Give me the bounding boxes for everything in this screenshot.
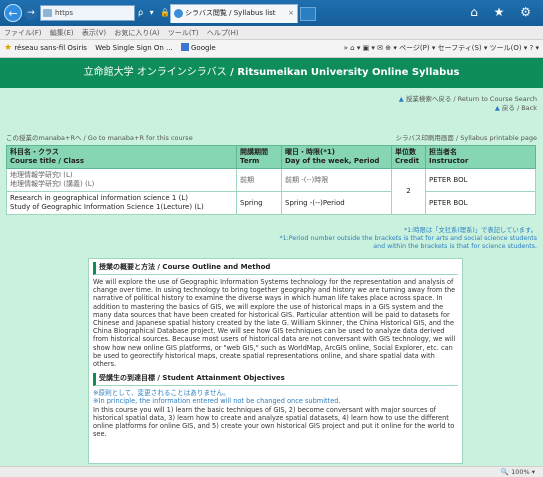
menu-favorites[interactable]: お気に入り(A) — [114, 29, 159, 37]
credit-cell: 2 — [391, 168, 426, 215]
course-cell: Research in geographical information sci… — [6, 191, 237, 215]
period-footnote: *1:時限は「文社系(理系)」で表記しています。 *1:Period numbe… — [267, 227, 537, 251]
triangle-icon: ▲ — [494, 104, 502, 112]
col-course-en: Course title / Class — [10, 157, 84, 165]
col-course-jp: 科目名・クラス — [10, 148, 59, 156]
forward-arrow-icon[interactable]: → — [24, 6, 38, 20]
magnifier-icon: 🔍 — [500, 468, 512, 476]
col-day: 曜日・時限(*1) Day of the week, Period — [281, 145, 392, 169]
day-cell: 前期 -(‐‐)時限 — [281, 168, 392, 192]
col-term: 開講期間 Term — [236, 145, 282, 169]
header-title-jp: 立命館大学 オンラインシラバス — [83, 67, 227, 78]
page-favicon-icon — [43, 9, 52, 17]
status-bar: 🔍 100% ▾ — [0, 466, 543, 477]
menu-file[interactable]: ファイル(F) — [4, 29, 42, 37]
zoom-level[interactable]: 🔍 100% ▾ — [501, 467, 535, 477]
favorite-sso[interactable]: Web Single Sign On ... — [95, 44, 173, 52]
tab-title: シラバス閲覧 / Syllabus list — [185, 9, 276, 17]
term-cell: 前期 — [236, 168, 282, 192]
page-header: 立命館大学 オンラインシラバス / Ritsumeikan University… — [0, 58, 543, 88]
return-search-link[interactable]: 授業検索へ戻る / Return to Course Search — [406, 95, 537, 103]
table-row: Research in geographical information sci… — [6, 191, 536, 215]
back-arrow-icon[interactable]: ← — [4, 4, 22, 22]
google-icon — [181, 43, 189, 51]
menu-bar: ファイル(F) 編集(E) 表示(V) お気に入り(A) ツール(T) ヘルプ(… — [0, 26, 543, 40]
objectives-note-en: ※In principle, the information entered w… — [93, 397, 341, 406]
course-cell: 地理情報学研究Ⅰ (L) 地理情報学研究Ⅰ (講義) (L) — [6, 168, 237, 192]
back-link[interactable]: 戻る / Back — [502, 104, 537, 112]
objectives-note-jp: ※原則として、変更されることはありません。 — [93, 389, 230, 398]
favorites-bar: ★ réseau sans-fil Osiris Web Single Sign… — [0, 40, 543, 58]
table-row: 地理情報学研究Ⅰ (L) 地理情報学研究Ⅰ (講義) (L) 前期 前期 -(‐… — [6, 168, 536, 215]
outline-body: We will explore the use of Geographic In… — [93, 278, 456, 369]
new-tab-button[interactable] — [300, 7, 316, 21]
day-cell: Spring -(‐‐)Period — [281, 191, 392, 215]
objectives-title: 受講生の到達目標 / Student Attainment Objectives — [93, 373, 458, 387]
browser-titlebar: ← → https ρ ▾ 🔒 C シラバス閲覧 / Syllabus list… — [0, 0, 543, 26]
col-day-en: Day of the week, Period — [285, 157, 380, 165]
footnote-en: *1:Period number outside the brackets is… — [279, 235, 537, 250]
favorite-osiris[interactable]: réseau sans-fil Osiris — [14, 44, 87, 52]
instructor-cell: PETER BOL — [425, 168, 536, 192]
browser-tab[interactable]: シラバス閲覧 / Syllabus list × — [170, 4, 298, 23]
printable-link[interactable]: シラバス印刷用画面 / Syllabus printable page — [395, 132, 537, 142]
header-separator: / — [226, 67, 238, 78]
term-cell: Spring — [236, 191, 282, 215]
triangle-icon: ▲ — [398, 95, 406, 103]
course-name: 地理情報学研究Ⅰ (L) — [10, 171, 73, 179]
favorite-google[interactable]: Google — [191, 44, 216, 52]
course-name: Research in geographical information sci… — [10, 194, 188, 202]
menu-help[interactable]: ヘルプ(H) — [207, 29, 239, 37]
col-credit-en: Credit — [395, 157, 420, 165]
col-day-jp: 曜日・時限(*1) — [285, 148, 335, 156]
favorites-star-icon[interactable]: ★ — [4, 43, 12, 53]
browser-right-icons[interactable]: ⌂ ★ ⚙ — [470, 5, 537, 19]
manaba-link[interactable]: この授業のmanaba+Rへ / Go to manaba+R for this… — [6, 132, 193, 142]
top-navigation: ▲ 授業検索へ戻る / Return to Course Search ▲ 戻る… — [399, 95, 537, 113]
col-instructor-en: Instructor — [429, 157, 469, 165]
instructor-cell: PETER BOL — [425, 191, 536, 215]
address-text: https — [55, 9, 74, 17]
table-header-row: 科目名・クラス Course title / Class 開講期間 Term 曜… — [6, 145, 536, 169]
course-name: 地理情報学研究Ⅰ (講義) (L) — [10, 180, 95, 188]
menu-tools[interactable]: ツール(T) — [168, 29, 199, 37]
col-course: 科目名・クラス Course title / Class — [6, 145, 237, 169]
tab-favicon-icon — [174, 9, 183, 18]
page-content: 立命館大学 オンラインシラバス / Ritsumeikan University… — [0, 58, 543, 466]
col-credit: 単位数 Credit — [391, 145, 426, 169]
outline-title: 授業の概要と方法 / Course Outline and Method — [93, 262, 458, 275]
course-name: Study of Geographic Information Science … — [10, 203, 204, 211]
address-bar[interactable]: https — [40, 5, 135, 21]
col-instructor: 担当者名 Instructor — [425, 145, 536, 169]
col-term-jp: 開講期間 — [240, 148, 268, 156]
course-table: 科目名・クラス Course title / Class 開講期間 Term 曜… — [6, 145, 536, 215]
tab-close-icon[interactable]: × — [288, 5, 294, 22]
zoom-value: 100% — [511, 468, 530, 476]
objectives-body: In this course you will 1) learn the bas… — [93, 405, 455, 439]
menu-edit[interactable]: 編集(E) — [50, 29, 74, 37]
header-title-en: Ritsumeikan University Online Syllabus — [237, 67, 460, 78]
col-instructor-jp: 担当者名 — [429, 148, 457, 156]
col-credit-jp: 単位数 — [395, 148, 416, 156]
syllabus-details: 授業の概要と方法 / Course Outline and Method We … — [88, 258, 463, 464]
footnote-jp: *1:時限は「文社系(理系)」で表記しています。 — [403, 227, 537, 234]
command-bar[interactable]: » ⌂ ▾ ▣ ▾ ✉ ⊕ ▾ ページ(P) ▾ セーフティ(S) ▾ ツール(… — [344, 40, 539, 57]
menu-view[interactable]: 表示(V) — [82, 29, 106, 37]
col-term-en: Term — [240, 157, 260, 165]
